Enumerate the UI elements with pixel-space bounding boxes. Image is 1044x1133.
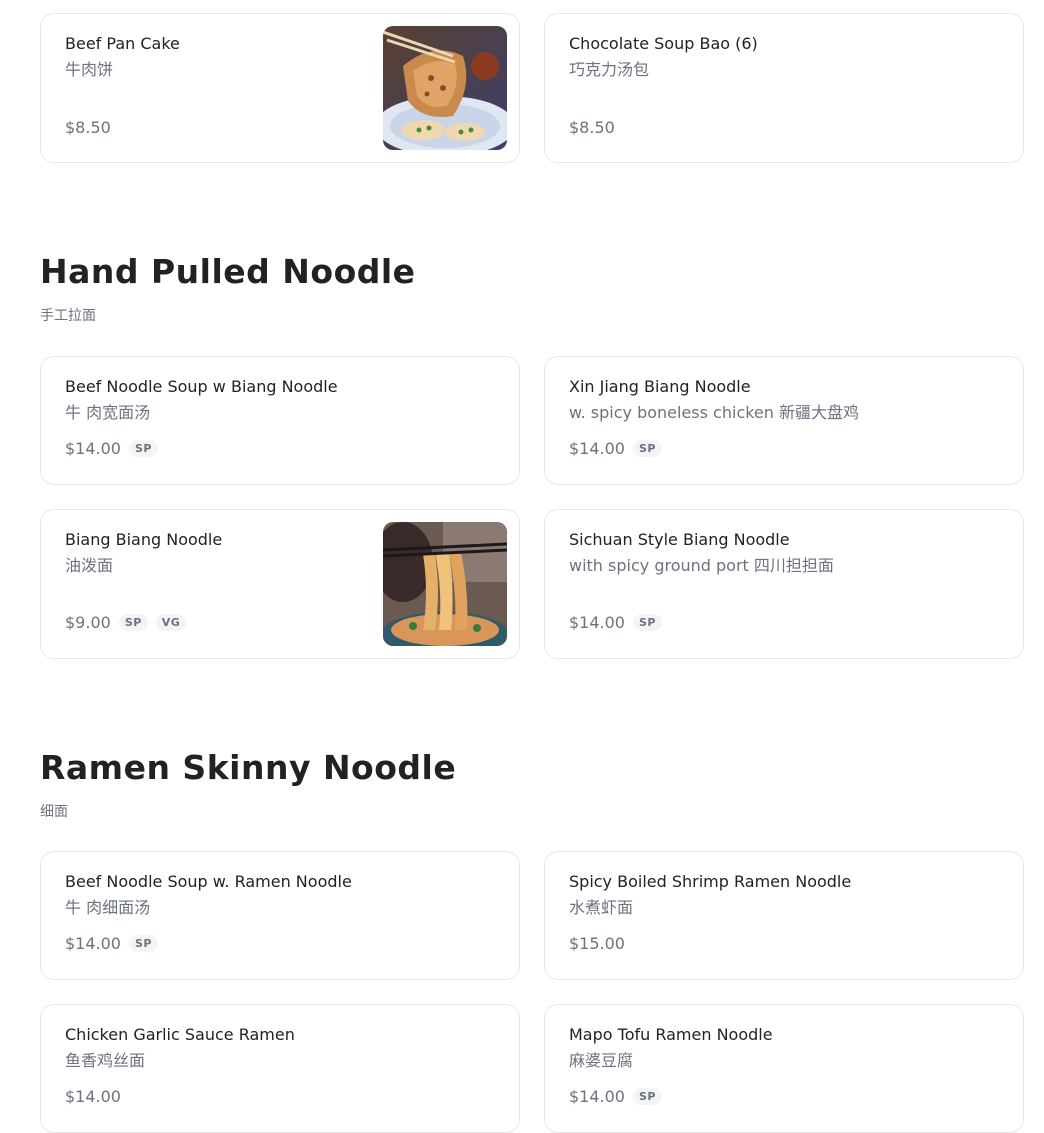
item-price: $8.50 <box>569 118 615 137</box>
section-title: Hand Pulled Noodle <box>40 252 416 291</box>
item-price: $14.00 <box>569 1087 625 1106</box>
price-row: $8.50 <box>569 118 615 137</box>
menu-item-card[interactable]: Chocolate Soup Bao (6) 巧克力汤包 $8.50 <box>544 13 1024 163</box>
item-name: Mapo Tofu Ramen Noodle <box>569 1025 773 1044</box>
item-name: Chocolate Soup Bao (6) <box>569 34 758 53</box>
price-row: $8.50 <box>65 118 111 137</box>
spicy-badge: SP <box>128 935 158 952</box>
item-price: $14.00 <box>65 934 121 953</box>
item-description: 巧克力汤包 <box>569 60 650 79</box>
item-price: $14.00 <box>569 613 625 632</box>
item-name: Sichuan Style Biang Noodle <box>569 530 790 549</box>
item-description: with spicy ground port 四川担担面 <box>569 556 834 575</box>
item-price: $8.50 <box>65 118 111 137</box>
menu-item-card[interactable]: Biang Biang Noodle 油泼面 $9.00 SP VG <box>40 509 520 659</box>
item-description: 牛 肉宽面汤 <box>65 403 151 422</box>
vegetarian-badge: VG <box>155 614 187 631</box>
menu-item-card[interactable]: Mapo Tofu Ramen Noodle 麻婆豆腐 $14.00 SP <box>544 1004 1024 1133</box>
item-name: Beef Noodle Soup w. Ramen Noodle <box>65 872 352 891</box>
spicy-badge: SP <box>128 440 158 457</box>
item-name: Beef Noodle Soup w Biang Noodle <box>65 377 338 396</box>
item-description: w. spicy boneless chicken 新疆大盘鸡 <box>569 403 860 422</box>
section-subtitle: 手工拉面 <box>40 308 96 324</box>
price-row: $15.00 <box>569 934 625 953</box>
price-row: $14.00 <box>65 1087 121 1106</box>
menu-item-card[interactable]: Beef Pan Cake 牛肉饼 $8.50 <box>40 13 520 163</box>
item-name: Chicken Garlic Sauce Ramen <box>65 1025 295 1044</box>
item-description: 麻婆豆腐 <box>569 1051 634 1070</box>
price-row: $14.00 SP <box>65 934 158 953</box>
item-price: $14.00 <box>65 1087 121 1106</box>
item-name: Xin Jiang Biang Noodle <box>569 377 751 396</box>
section-subtitle: 细面 <box>40 804 68 820</box>
item-price: $14.00 <box>65 439 121 458</box>
item-name: Spicy Boiled Shrimp Ramen Noodle <box>569 872 852 891</box>
spicy-badge: SP <box>118 614 148 631</box>
spicy-badge: SP <box>632 614 662 631</box>
menu-item-card[interactable]: Xin Jiang Biang Noodle w. spicy boneless… <box>544 356 1024 485</box>
item-description: 牛 肉细面汤 <box>65 898 151 917</box>
price-row: $14.00 SP <box>569 613 662 632</box>
item-description: 鱼香鸡丝面 <box>65 1051 146 1070</box>
item-price: $15.00 <box>569 934 625 953</box>
section-title: Ramen Skinny Noodle <box>40 748 457 787</box>
biang-noodle-photo <box>383 522 507 646</box>
menu-item-card[interactable]: Chicken Garlic Sauce Ramen 鱼香鸡丝面 $14.00 <box>40 1004 520 1133</box>
price-row: $14.00 SP <box>569 1087 662 1106</box>
price-row: $14.00 SP <box>65 439 158 458</box>
item-price: $14.00 <box>569 439 625 458</box>
price-row: $14.00 SP <box>569 439 662 458</box>
spicy-badge: SP <box>632 440 662 457</box>
item-description: 水煮虾面 <box>569 898 634 917</box>
menu-item-card[interactable]: Beef Noodle Soup w. Ramen Noodle 牛 肉细面汤 … <box>40 851 520 980</box>
beef-pan-cake-photo <box>383 26 507 150</box>
item-price: $9.00 <box>65 613 111 632</box>
menu-item-card[interactable]: Sichuan Style Biang Noodle with spicy gr… <box>544 509 1024 659</box>
menu-item-card[interactable]: Beef Noodle Soup w Biang Noodle 牛 肉宽面汤 $… <box>40 356 520 485</box>
price-row: $9.00 SP VG <box>65 613 187 632</box>
menu-item-card[interactable]: Spicy Boiled Shrimp Ramen Noodle 水煮虾面 $1… <box>544 851 1024 980</box>
